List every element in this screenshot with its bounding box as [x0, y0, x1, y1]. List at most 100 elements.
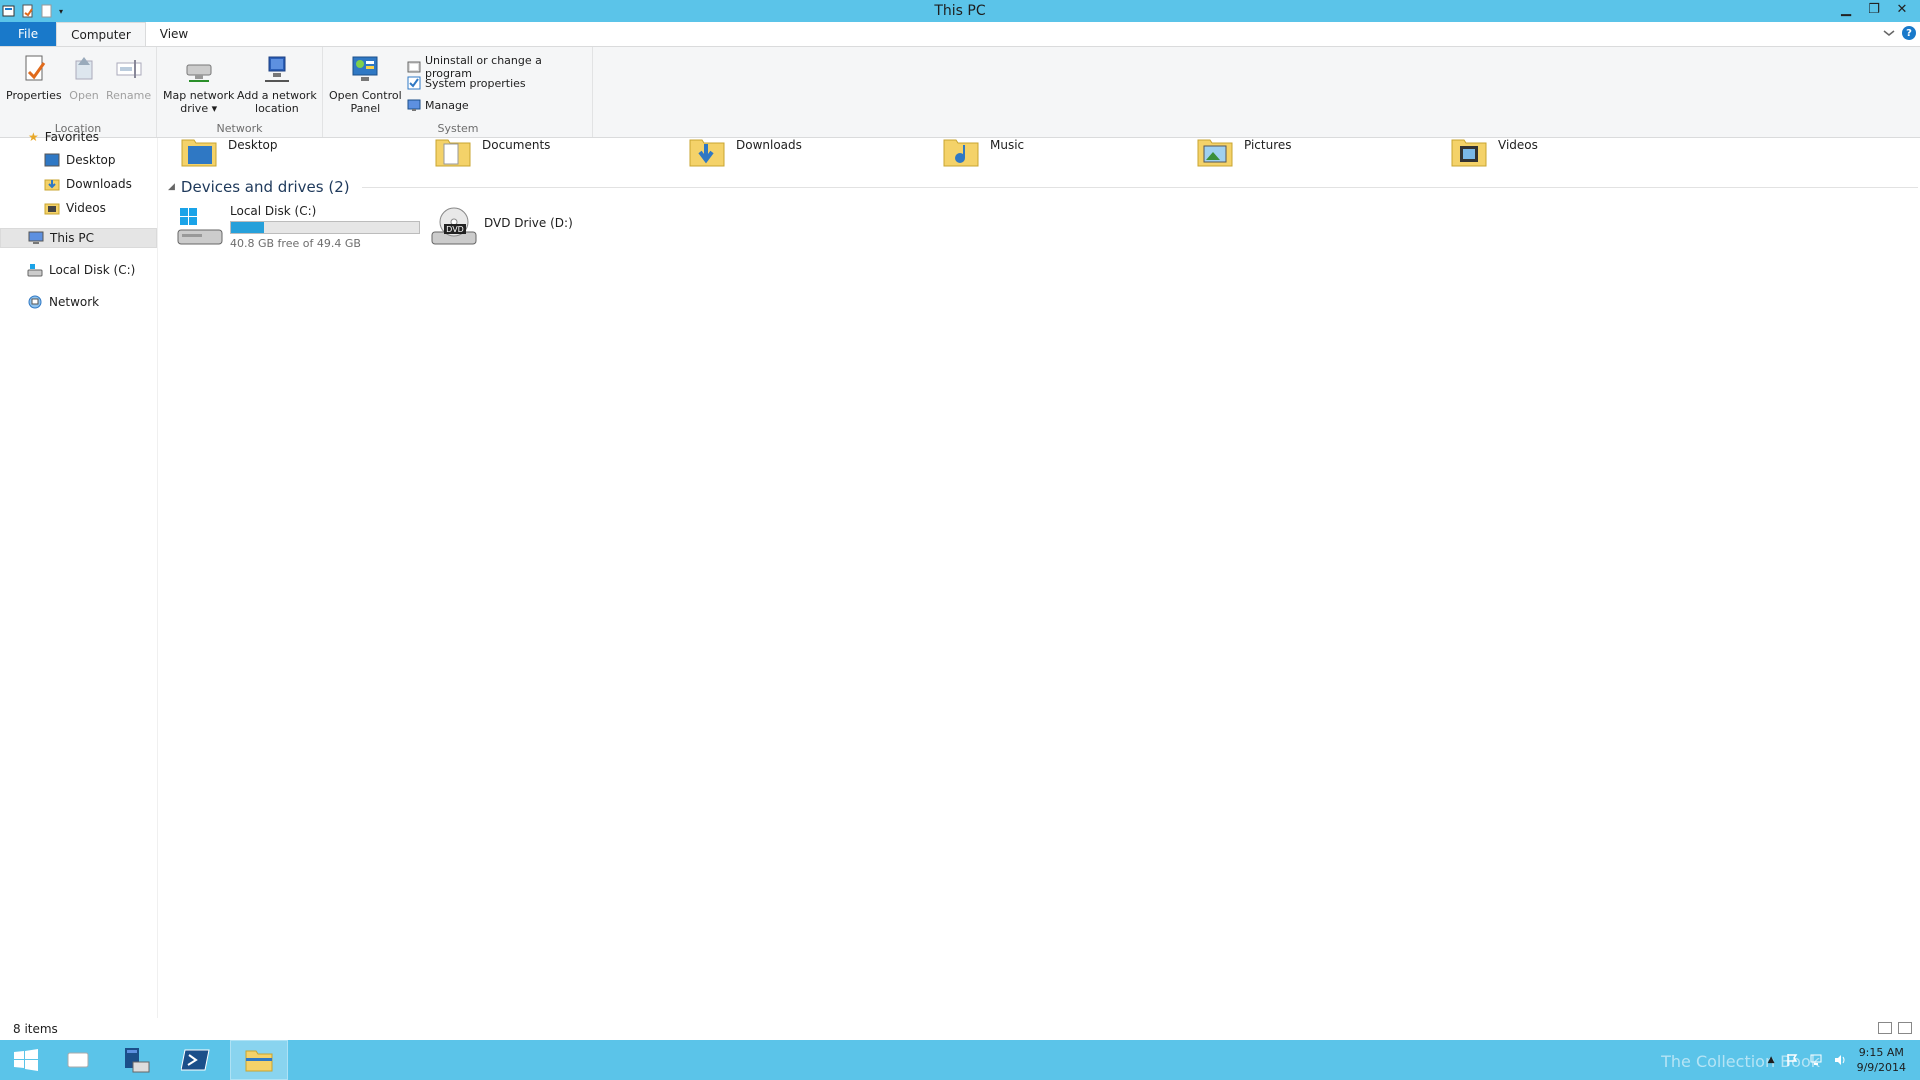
nav-network[interactable]: Network	[27, 292, 99, 312]
control-panel-icon	[352, 56, 378, 81]
action-center-flag-icon[interactable]	[1785, 1053, 1799, 1067]
collapse-arrow-icon: ◢	[168, 182, 175, 192]
window-controls: ▁ ❐ ✕	[1834, 0, 1914, 18]
ribbon-right-controls: ?	[1882, 26, 1916, 40]
dvd-drive-label: DVD Drive (D:)	[484, 216, 573, 230]
minimize-button[interactable]: ▁	[1834, 0, 1858, 18]
volume-icon[interactable]	[1833, 1053, 1847, 1067]
explorer-window-icon	[67, 1052, 89, 1068]
local-disk-drive-icon	[177, 208, 223, 245]
folder-music-label: Music	[990, 138, 1025, 152]
clock-date: 9/9/2014	[1856, 1061, 1906, 1074]
local-disk-free-space: 40.8 GB free of 49.4 GB	[230, 237, 361, 250]
drive-local-disk-c[interactable]: Local Disk (C:) 40.8 GB free of 49.4 GB	[176, 204, 420, 252]
taskbar-file-explorer[interactable]	[230, 1040, 288, 1080]
clock[interactable]: 9:15 AM 9/9/2014	[1857, 1045, 1906, 1075]
large-icons-view-icon[interactable]	[1898, 1022, 1912, 1034]
nav-local-disk[interactable]: Local Disk (C:)	[27, 260, 135, 280]
add-network-location-icon	[264, 56, 289, 82]
nav-this-pc[interactable]: This PC	[0, 228, 157, 248]
rename-label: Rename	[106, 89, 152, 102]
desktop-folder-icon	[181, 139, 217, 167]
local-disk-usage-fill	[231, 222, 264, 233]
windows-logo-icon	[14, 1049, 38, 1071]
pictures-folder-icon	[1197, 139, 1233, 167]
ribbon-tabs: File Computer View ?	[0, 22, 1920, 46]
minimize-ribbon-icon[interactable]	[1882, 27, 1896, 39]
quick-access-toolbar: ▾	[0, 4, 63, 18]
nav-network-label: Network	[49, 295, 100, 309]
folder-downloads-label: Downloads	[736, 138, 802, 152]
new-folder-qat-icon[interactable]	[40, 4, 53, 18]
system-tray: ▲ 9:15 AM 9/9/2014	[1768, 1040, 1920, 1080]
tab-view[interactable]: View	[146, 22, 202, 46]
open-icon	[75, 57, 93, 80]
nav-downloads-label: Downloads	[66, 177, 132, 191]
devices-and-drives-header[interactable]: ◢ Devices and drives (2)	[168, 178, 1918, 196]
customize-qat-icon[interactable]: ▾	[59, 7, 63, 16]
nav-favorites[interactable]: ★ Favorites	[28, 130, 99, 144]
map-network-drive-line2: drive ▾	[180, 102, 218, 115]
content-pane: Desktop Documents Downloads Music Pictur…	[160, 138, 1920, 1018]
folder-pictures[interactable]: Pictures	[1196, 138, 1292, 168]
folder-desktop[interactable]: Desktop	[180, 138, 278, 168]
drive-dvd-d[interactable]: DVD DVD Drive (D:)	[430, 204, 573, 252]
restore-button[interactable]: ❐	[1862, 0, 1886, 18]
map-network-drive-icon	[186, 64, 212, 82]
open-control-panel-button[interactable]: Open Control Panel	[329, 53, 402, 115]
network-group-label: Network	[216, 122, 263, 135]
properties-qat-icon[interactable]	[21, 4, 34, 18]
system-group-label: System	[437, 122, 479, 135]
tab-file[interactable]: File	[0, 22, 57, 46]
dvd-drive-info: DVD Drive (D:)	[484, 204, 573, 230]
taskbar-powershell[interactable]	[170, 1040, 222, 1080]
folder-music[interactable]: Music	[942, 138, 1024, 168]
tab-computer[interactable]: Computer	[56, 22, 146, 46]
uninstall-program-icon	[407, 61, 421, 73]
properties-button[interactable]: Properties	[6, 53, 62, 102]
window-menu-icon[interactable]	[2, 4, 15, 18]
music-folder-icon	[943, 139, 979, 167]
network-tray-icon[interactable]	[1809, 1053, 1823, 1067]
ribbon-group-system: Open Control Panel Uninstall or change a…	[323, 47, 593, 137]
downloads-folder-icon	[689, 139, 725, 167]
clock-time: 9:15 AM	[1858, 1046, 1904, 1059]
open-control-panel-line2: Panel	[350, 102, 381, 115]
section-divider	[361, 186, 1918, 188]
navigation-pane: ★ Favorites Desktop Downloads Videos Thi…	[0, 130, 158, 1018]
title-bar: ▾ This PC ▁ ❐ ✕	[0, 0, 1920, 22]
help-icon[interactable]: ?	[1902, 26, 1916, 40]
properties-label: Properties	[6, 89, 62, 102]
system-properties-icon	[407, 76, 421, 90]
dvd-badge-text: DVD	[446, 225, 464, 234]
add-network-location-button[interactable]: Add a network location	[237, 53, 317, 115]
taskbar-file-explorer-small[interactable]	[52, 1040, 104, 1080]
folder-videos-label: Videos	[1498, 138, 1538, 152]
start-button[interactable]	[0, 1040, 52, 1080]
open-button[interactable]: Open	[68, 53, 100, 102]
nav-videos[interactable]: Videos	[44, 198, 106, 218]
nav-downloads[interactable]: Downloads	[44, 174, 132, 194]
taskbar: The Collection Book ▲ 9:15 AM 9/9/2014	[0, 1040, 1920, 1080]
taskbar-server-manager[interactable]	[110, 1040, 162, 1080]
local-disk-usage-bar	[230, 221, 420, 234]
show-hidden-icons-icon[interactable]: ▲	[1768, 1055, 1775, 1065]
powershell-icon	[181, 1049, 210, 1071]
local-disk-info: Local Disk (C:) 40.8 GB free of 49.4 GB	[230, 204, 420, 250]
rename-button[interactable]: Rename	[106, 53, 151, 102]
properties-icon	[25, 55, 46, 81]
map-network-drive-button[interactable]: Map network drive ▾	[163, 53, 234, 115]
devices-header-label: Devices and drives (2)	[180, 178, 350, 196]
folder-downloads[interactable]: Downloads	[688, 138, 802, 168]
network-icon	[28, 295, 42, 309]
dvd-drive-icon: DVD	[431, 207, 477, 245]
manage-button[interactable]: Manage	[407, 98, 469, 112]
close-button[interactable]: ✕	[1890, 0, 1914, 18]
folder-documents[interactable]: Documents	[434, 138, 550, 168]
system-properties-button[interactable]: System properties	[407, 76, 526, 90]
system-properties-label: System properties	[425, 76, 526, 90]
details-view-icon[interactable]	[1878, 1022, 1892, 1034]
folder-videos[interactable]: Videos	[1450, 138, 1538, 168]
nav-desktop[interactable]: Desktop	[44, 150, 116, 170]
nav-local-disk-label: Local Disk (C:)	[49, 263, 136, 277]
